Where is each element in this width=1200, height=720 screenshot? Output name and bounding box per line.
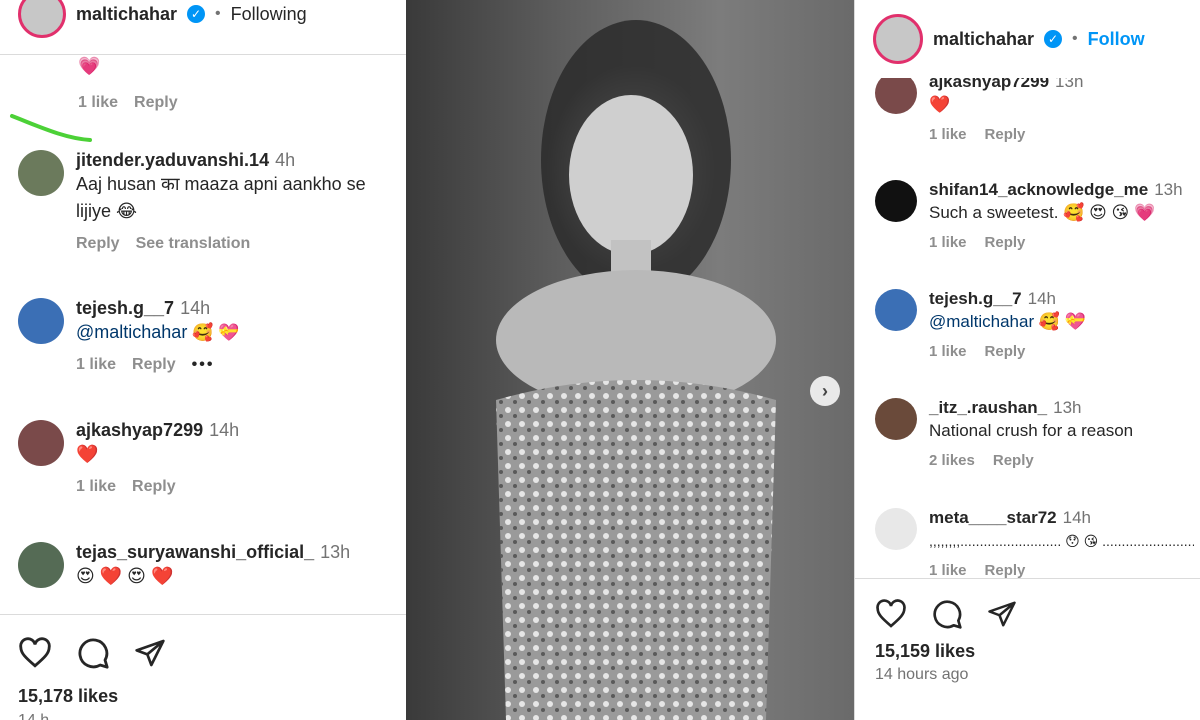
post-actions — [875, 598, 1017, 630]
mention-link[interactable]: @maltichahar — [76, 322, 187, 342]
comment-username[interactable]: meta____star72 — [929, 508, 1057, 527]
reply-button[interactable]: Reply — [76, 235, 120, 253]
post-header: maltichahar ✓ • Follow — [873, 14, 1145, 64]
comment-username[interactable]: tejas_suryawanshi_official_ — [76, 542, 314, 562]
comment-item: tejas_suryawanshi_official_ 13h 😍 ❤️ 😍 ❤️ — [18, 542, 396, 590]
reply-button[interactable]: Reply — [132, 356, 176, 374]
comment-username[interactable]: tejesh.g__7 — [76, 298, 174, 318]
avatar[interactable] — [875, 289, 917, 331]
reply-button[interactable]: Reply — [134, 94, 178, 112]
avatar[interactable] — [18, 542, 64, 588]
comment-username[interactable]: tejesh.g__7 — [929, 289, 1022, 308]
verified-badge-icon: ✓ — [1044, 30, 1063, 48]
share-icon[interactable] — [134, 637, 166, 669]
comment-text-cont: lijiye 😂 — [76, 201, 138, 221]
avatar[interactable] — [875, 398, 917, 440]
avatar[interactable] — [18, 0, 66, 38]
comment-username[interactable]: ajkashyap7299 — [76, 420, 203, 440]
avatar[interactable] — [18, 420, 64, 466]
comment-username[interactable]: jitender.yaduvanshi.14 — [76, 150, 269, 170]
post-timestamp: 14 hours ago — [875, 666, 969, 683]
likes-count[interactable]: 1 like — [929, 562, 967, 579]
likes-count[interactable]: 1 like — [76, 478, 116, 496]
comment-text: Such a sweetest. 🥰 😍 😘 💗 — [929, 203, 1156, 222]
separator: • — [215, 5, 221, 22]
post-photo[interactable]: › — [406, 0, 854, 720]
heart-icon[interactable] — [875, 599, 907, 629]
left-post-panel: maltichahar ✓ • Following 💗 1 like Reply… — [0, 0, 406, 720]
comment-text: Aaj husan का maaza apni aankho se — [76, 174, 366, 194]
comment-icon[interactable] — [931, 598, 963, 630]
comment-item: _itz_.raushan_ 13h National crush for a r… — [875, 398, 1194, 469]
avatar[interactable] — [875, 72, 917, 114]
reply-button[interactable]: Reply — [985, 562, 1026, 579]
comment-text: ,,,,,,,,.......................... 😯 😘 .… — [929, 533, 1194, 549]
reply-button[interactable]: Reply — [985, 234, 1026, 251]
likes-count[interactable]: 1 like — [929, 234, 967, 251]
following-button[interactable]: Following — [231, 4, 307, 25]
comment-emojis: 🥰 💝 — [192, 323, 240, 342]
more-options-icon[interactable]: ••• — [192, 356, 215, 374]
portrait-image — [496, 20, 776, 720]
comment-item: shifan14_acknowledge_me 13h Such a sweete… — [875, 180, 1194, 251]
comment-time: 14h — [1027, 289, 1056, 308]
username[interactable]: maltichahar — [76, 4, 177, 25]
mention-link[interactable]: @maltichahar — [929, 312, 1034, 331]
post-actions — [18, 636, 166, 670]
comment-time: 14h — [1062, 508, 1091, 527]
chevron-right-icon: › — [822, 380, 828, 401]
avatar[interactable] — [18, 298, 64, 344]
reaction-emoji: 💗 — [78, 56, 101, 76]
comment-item: ajkashyap7299 13h ❤️ 1 like Reply — [875, 72, 1194, 143]
follow-button[interactable]: Follow — [1088, 29, 1145, 50]
avatar[interactable] — [18, 150, 64, 196]
comment-text: National crush for a reason — [929, 421, 1134, 440]
separator: • — [1072, 30, 1078, 47]
timestamp-cut: 14 h... — [18, 712, 62, 720]
avatar[interactable] — [875, 180, 917, 222]
comment-emojis: 😍 ❤️ 😍 ❤️ — [76, 566, 174, 586]
comment-item: tejesh.g__7 14h @maltichahar 🥰 💝 1 like Re… — [875, 289, 1194, 360]
next-image-button[interactable]: › — [810, 376, 840, 406]
comment-text: ❤️ — [929, 95, 951, 114]
likes-count[interactable]: 15,178 likes — [18, 686, 118, 707]
right-post-panel: maltichahar ✓ • Follow ajkashyap7299 13h … — [854, 0, 1200, 720]
comment-time: 4h — [275, 150, 296, 170]
comment-emojis: 🥰 💝 — [1038, 312, 1086, 331]
username[interactable]: maltichahar — [933, 29, 1034, 50]
comment-item: tejesh.g__7 14h @maltichahar 🥰 💝 1 like Re… — [18, 298, 396, 374]
comment-username[interactable]: shifan14_acknowledge_me — [929, 180, 1148, 199]
likes-count[interactable]: 2 likes — [929, 452, 975, 469]
comment-item: jitender.yaduvanshi.14 4h Aaj husan का ma… — [18, 150, 396, 253]
likes-count[interactable]: 15,159 likes — [875, 641, 975, 662]
post-header: maltichahar ✓ • Following — [18, 0, 307, 38]
comment-item: ajkashyap7299 14h ❤️ 1 like Reply — [18, 420, 396, 496]
heart-icon[interactable] — [18, 637, 52, 669]
avatar[interactable] — [875, 508, 917, 550]
reply-button[interactable]: Reply — [993, 452, 1034, 469]
comment-time: 13h — [1154, 180, 1183, 199]
comment-emojis: ❤️ — [76, 444, 99, 464]
likes-count[interactable]: 1 like — [929, 126, 967, 143]
reply-button[interactable]: Reply — [985, 343, 1026, 360]
comment-time: 14h — [209, 420, 240, 440]
comment-icon[interactable] — [76, 636, 110, 670]
green-annotation-stroke — [10, 114, 92, 142]
comment-time: 13h — [1053, 398, 1082, 417]
avatar[interactable] — [873, 14, 923, 64]
verified-badge-icon: ✓ — [187, 5, 206, 23]
likes-count[interactable]: 1 like — [76, 356, 116, 374]
comment-username[interactable]: _itz_.raushan_ — [929, 398, 1047, 417]
comment-time: 14h — [180, 298, 211, 318]
see-translation-link[interactable]: See translation — [136, 235, 251, 253]
likes-count[interactable]: 1 like — [929, 343, 967, 360]
reply-button[interactable]: Reply — [132, 478, 176, 496]
reply-button[interactable]: Reply — [985, 126, 1026, 143]
comment-item: meta____star72 14h ,,,,,,,,..............… — [875, 508, 1194, 579]
share-icon[interactable] — [987, 599, 1017, 629]
comment-time: 13h — [320, 542, 351, 562]
